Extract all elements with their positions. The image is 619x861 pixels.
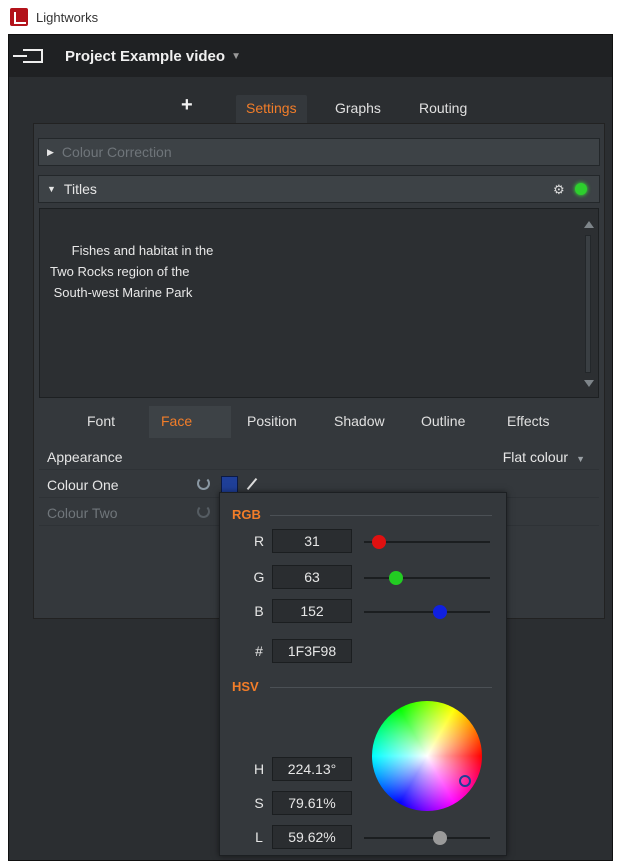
add-tab-button[interactable]: + — [181, 94, 193, 117]
divider — [270, 515, 492, 516]
tab-settings[interactable]: Settings — [236, 95, 307, 123]
window-titlebar: Lightworks — [0, 0, 619, 34]
green-input[interactable]: 63 — [272, 565, 352, 589]
appearance-value[interactable]: Flat colour — [503, 449, 568, 465]
colour-picker-popup: RGB R 31 G 63 B 152 # 1F3F98 HSV H 224.1… — [219, 492, 507, 856]
tab-graphs[interactable]: Graphs — [325, 95, 391, 123]
saturation-input[interactable]: 79.61% — [272, 791, 352, 815]
subtab-outline[interactable]: Outline — [409, 406, 477, 438]
hue-input[interactable]: 224.13° — [272, 757, 352, 781]
red-slider[interactable] — [364, 535, 490, 549]
rgb-group-label: RGB — [232, 507, 261, 522]
eyedropper-icon[interactable] — [246, 477, 258, 491]
section-label: Colour Correction — [61, 144, 172, 160]
hue-label: H — [253, 761, 265, 777]
subtab-shadow[interactable]: Shadow — [322, 406, 397, 438]
lightness-slider[interactable] — [364, 831, 490, 845]
blue-input[interactable]: 152 — [272, 599, 352, 623]
lightness-slider-knob[interactable] — [432, 831, 447, 845]
title-text-area[interactable]: Fishes and habitat in the Two Rocks regi… — [39, 208, 599, 398]
subtab-effects[interactable]: Effects — [495, 406, 562, 438]
blue-slider-knob[interactable] — [432, 605, 447, 619]
green-slider-knob[interactable] — [388, 571, 403, 585]
text-scrollbar[interactable] — [582, 221, 594, 387]
red-slider-knob[interactable] — [372, 535, 387, 549]
lightness-label: L — [255, 829, 263, 845]
appearance-dropdown[interactable]: Flat colour ▼ — [503, 449, 585, 465]
red-input[interactable]: 31 — [272, 529, 352, 553]
lightness-input[interactable]: 59.62% — [272, 825, 352, 849]
saturation-label: S — [254, 795, 264, 811]
scroll-down-icon[interactable] — [584, 380, 594, 387]
subtab-face[interactable]: Face — [149, 406, 231, 438]
scroll-up-icon[interactable] — [584, 221, 594, 228]
chevron-down-icon[interactable]: ▼ — [231, 51, 241, 62]
green-label: G — [253, 569, 265, 585]
subtab-font[interactable]: Font — [75, 406, 127, 438]
enabled-led-icon[interactable] — [575, 183, 587, 195]
section-label: Titles — [63, 181, 97, 197]
hex-label: # — [255, 643, 263, 659]
blue-label: B — [254, 603, 264, 619]
expand-triangle-icon: ▶ — [47, 146, 54, 157]
section-titles[interactable]: ▼ Titles ⚙ — [38, 175, 600, 203]
title-subtabs: Font Face Position Shadow Outline Effect… — [39, 404, 599, 438]
divider — [270, 687, 492, 688]
colour-wheel[interactable] — [372, 701, 482, 811]
title-text[interactable]: Fishes and habitat in the Two Rocks regi… — [50, 243, 213, 300]
project-bar: Project Example video ▼ — [9, 35, 612, 77]
scroll-thumb[interactable] — [585, 235, 591, 373]
collapse-triangle-icon: ▼ — [47, 184, 56, 194]
blue-slider[interactable] — [364, 605, 490, 619]
reset-icon[interactable] — [197, 477, 210, 490]
lightworks-logo-icon — [10, 8, 28, 26]
chevron-down-icon[interactable]: ▼ — [576, 454, 585, 464]
colour-one-swatch[interactable] — [221, 476, 238, 493]
app-title: Lightworks — [36, 9, 99, 25]
colour-two-label: Colour Two — [47, 504, 118, 521]
gear-icon[interactable]: ⚙ — [553, 182, 567, 197]
section-colour-correction[interactable]: ▶ Colour Correction — [38, 138, 600, 166]
green-slider[interactable] — [364, 571, 490, 585]
appearance-label: Appearance — [47, 448, 123, 465]
red-label: R — [253, 533, 265, 549]
exit-icon[interactable] — [13, 49, 43, 63]
appearance-row: Appearance Flat colour ▼ — [39, 444, 599, 470]
project-title[interactable]: Project Example video — [65, 48, 225, 65]
hex-input[interactable]: 1F3F98 — [272, 639, 352, 663]
tab-routing[interactable]: Routing — [409, 95, 477, 123]
hsv-group-label: HSV — [232, 679, 259, 694]
subtab-position[interactable]: Position — [235, 406, 309, 438]
reset-icon[interactable] — [197, 505, 210, 518]
colour-one-label: Colour One — [47, 476, 119, 493]
colour-wheel-marker[interactable] — [459, 775, 471, 787]
panel-tabs: + Settings Graphs Routing — [9, 89, 612, 123]
